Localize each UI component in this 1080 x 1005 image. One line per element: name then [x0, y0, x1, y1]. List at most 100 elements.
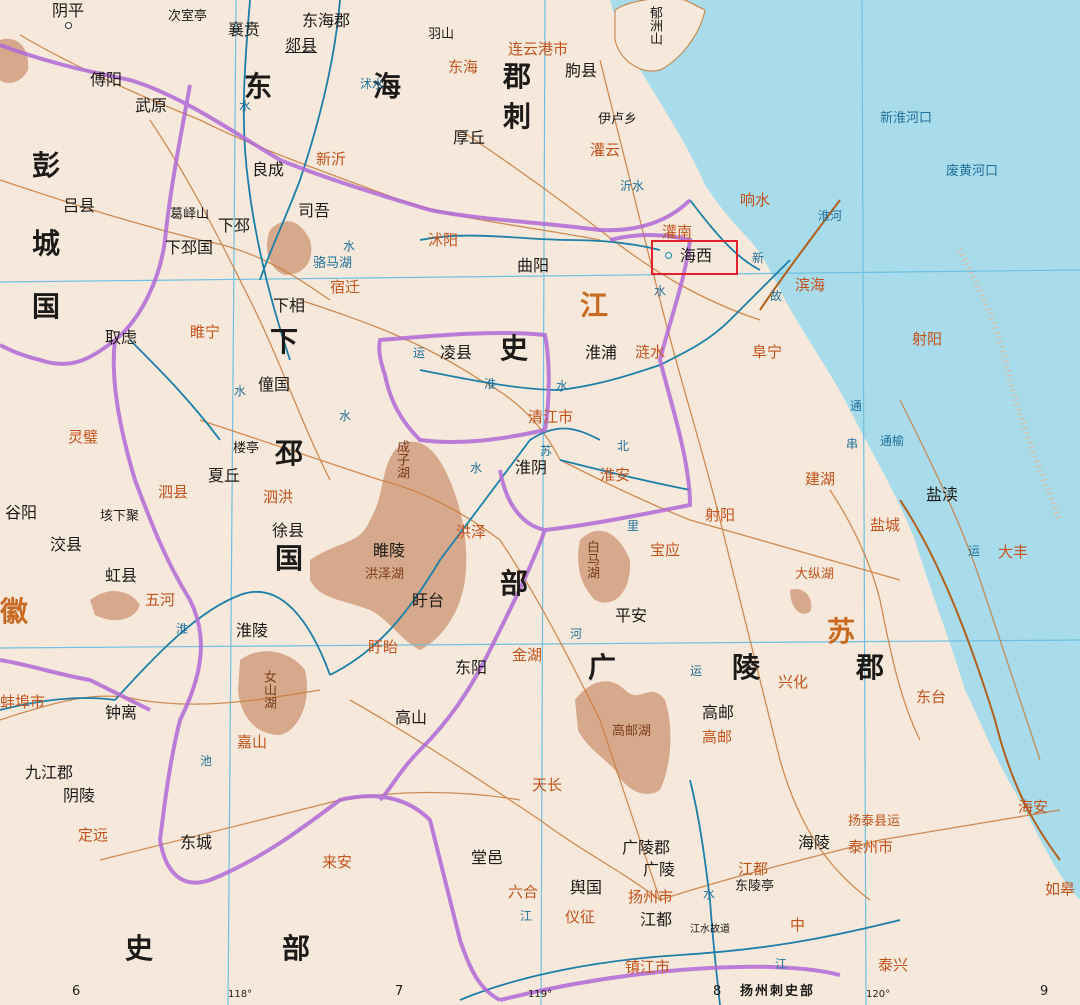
lake-nushan-label: 女山湖 — [261, 670, 276, 709]
city-laian: 来安 — [322, 853, 353, 871]
region-su: 苏 — [827, 615, 856, 648]
place-dongling: 东陵亭 — [735, 879, 775, 894]
city-xiaqiu: 夏丘 — [208, 466, 241, 485]
river-label: 沂水 — [620, 179, 645, 193]
region-ling: 陵 — [732, 651, 761, 684]
grid-label-120: 120° — [866, 989, 891, 1000]
city-guanyun: 灌云 — [590, 141, 621, 159]
city-jiangdu-mod: 江都 — [738, 860, 769, 878]
region-peng: 彭 — [32, 149, 61, 182]
city-sheyang: 射阳 — [912, 330, 943, 348]
city-wuhe: 五河 — [145, 591, 176, 609]
river-label: 水 — [343, 239, 356, 253]
city-huaian: 淮安 — [600, 466, 631, 484]
city-jiashan: 嘉山 — [237, 733, 268, 751]
haixi-highlight-box — [651, 240, 738, 275]
city-quyang: 曲阳 — [517, 256, 550, 275]
city-dingyuan: 定远 — [78, 826, 109, 844]
city-taixing: 泰兴 — [878, 956, 909, 974]
city-guannan: 灌南 — [662, 223, 693, 241]
city-dongtai: 东台 — [916, 688, 947, 706]
city-binhai: 滨海 — [795, 276, 826, 294]
lake-luoma — [266, 221, 312, 275]
city-yinling: 阴陵 — [63, 786, 96, 805]
place-xinhuaihekou: 新淮河口 — [880, 111, 933, 126]
river-label: 故 — [770, 289, 783, 303]
region-ci: 刺 — [503, 100, 532, 133]
city-suining: 睢宁 — [190, 323, 221, 341]
river-label: 通榆 — [880, 434, 905, 448]
place-louting: 楼亭 — [233, 441, 260, 456]
city-zhenjiang: 镇江市 — [625, 958, 671, 976]
region-guo: 国 — [275, 542, 304, 575]
river-label: 苏 — [540, 444, 553, 458]
map-canvas: 东 海 郡 刺 下 邳 国 江 史 部 广 陵 苏 郡 彭 城 国 史 部 徽 … — [0, 0, 1080, 1005]
city-qulv: 取虑 — [105, 328, 138, 347]
city-marker — [65, 22, 72, 29]
city-liangcheng: 良成 — [252, 160, 285, 179]
place-feihuanghekou: 废黄河口 — [946, 164, 999, 179]
region-bu: 部 — [500, 567, 529, 600]
place-yushan: 羽山 — [428, 27, 455, 42]
city-lvxian: 吕县 — [63, 196, 96, 215]
region-guang: 广 — [588, 651, 617, 684]
region-bu2: 部 — [282, 932, 311, 965]
river-label: 串 — [846, 437, 859, 451]
grid-label-8: 8 — [713, 984, 722, 999]
city-yangtai: 扬泰县运 — [848, 814, 901, 829]
river-label: 里 — [627, 519, 640, 533]
city-xiangshui: 响水 — [740, 191, 771, 209]
river-label: 江 — [520, 909, 533, 923]
grid-label-9: 9 — [1040, 984, 1049, 999]
city-suqian: 宿迁 — [330, 278, 361, 296]
river-label: 水 — [239, 99, 252, 113]
city-siwu: 司吾 — [298, 201, 331, 220]
river-label: 水 — [339, 409, 352, 423]
place-gaixia: 垓下聚 — [100, 509, 140, 524]
city-zhongli: 钟离 — [105, 703, 138, 722]
city-xiapiguo: 下邳国 — [165, 238, 214, 257]
city-rugao: 如皋 — [1045, 880, 1076, 898]
city-lingbi: 灵璧 — [68, 428, 99, 446]
city-yuguo: 舆国 — [570, 878, 603, 897]
river-label: 池 — [200, 754, 213, 768]
grid-label-119: 119° — [528, 989, 553, 1000]
region-jun2: 郡 — [856, 651, 885, 684]
river-label: 水 — [556, 379, 569, 393]
city-xuxian: 徐县 — [272, 521, 305, 540]
city-gaoshan: 高山 — [395, 708, 428, 727]
grid-label-7: 7 — [395, 984, 404, 999]
region-jun: 郡 — [503, 60, 532, 93]
map-base — [0, 0, 1080, 1005]
river-label: 水 — [234, 384, 247, 398]
lake-gaoyou-label: 高邮湖 — [612, 724, 652, 739]
city-jiujiangjun: 九江郡 — [25, 763, 74, 782]
city-wuyuan: 武原 — [135, 96, 168, 115]
city-hailing: 海陵 — [798, 833, 831, 852]
region-dong: 东 — [244, 70, 273, 103]
river-label: 水 — [470, 461, 483, 475]
region-pi: 邳 — [275, 437, 304, 470]
grid-label-118: 118° — [228, 989, 253, 1000]
river-label: 水 — [703, 887, 716, 901]
city-jinhu: 金湖 — [512, 646, 543, 664]
river-label: 沭水 — [360, 77, 385, 91]
river-label: 淮 — [176, 622, 189, 636]
city-xiaxiang: 下相 — [273, 296, 306, 315]
lake-hongze-label: 洪泽湖 — [365, 567, 405, 582]
city-donghaijun: 东海郡 — [302, 11, 351, 30]
city-tangyi: 堂邑 — [471, 848, 504, 867]
river-label: 新 — [752, 251, 765, 265]
grid-label-6: 6 — [72, 984, 81, 999]
lake-luoma-label: 骆马湖 — [313, 256, 353, 271]
city-zhong: 中 — [790, 916, 806, 934]
city-xuyi: 盱眙 — [368, 638, 399, 656]
region-cheng: 城 — [32, 227, 61, 260]
city-dongyang: 东阳 — [455, 658, 488, 677]
city-huailing: 淮陵 — [236, 621, 269, 640]
city-xinghua: 兴化 — [778, 673, 809, 691]
city-hongze: 洪泽 — [456, 523, 487, 541]
river-label: 北 — [617, 439, 630, 453]
city-huaipu: 淮浦 — [585, 343, 618, 362]
river-label: 水 — [654, 284, 667, 298]
